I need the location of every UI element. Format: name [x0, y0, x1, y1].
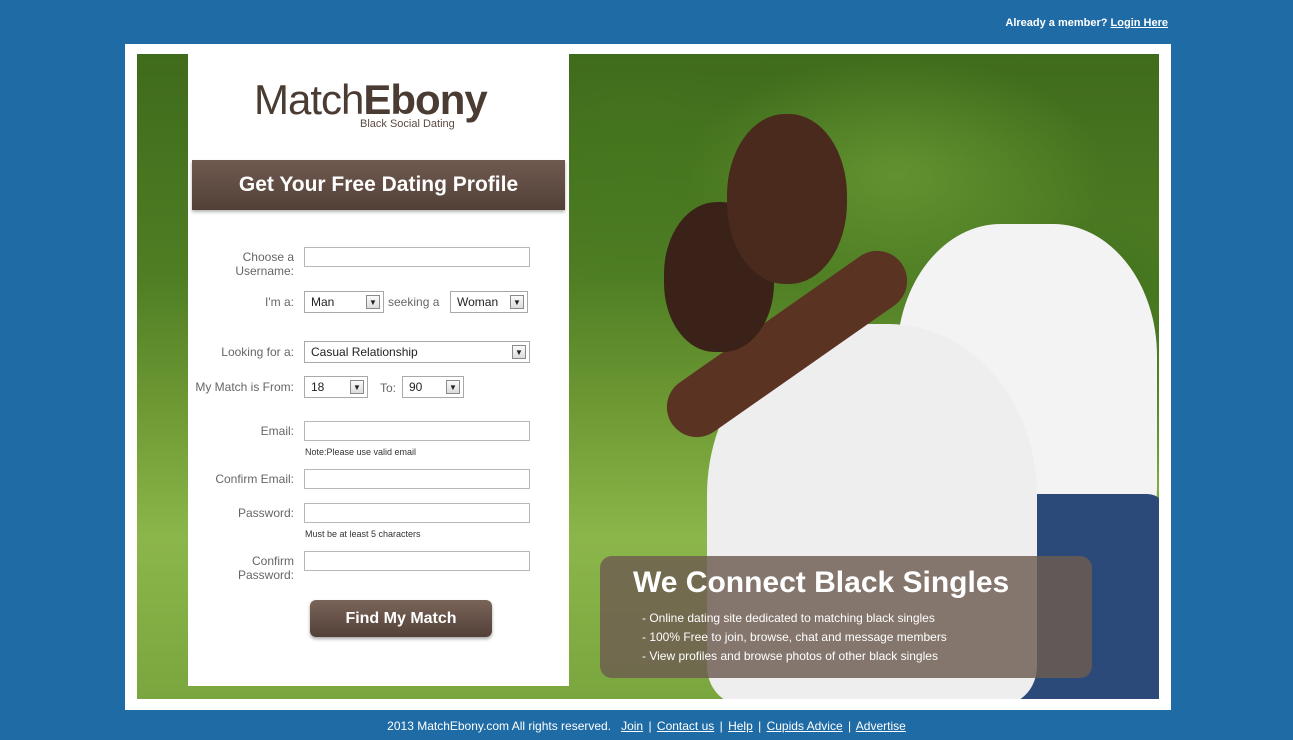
- promo-list: - Online dating site dedicated to matchi…: [642, 609, 947, 666]
- looking-label: Looking for a:: [221, 345, 294, 359]
- age-to-value: 90: [409, 380, 423, 394]
- footer: 2013 MatchEbony.com All rights reserved.…: [0, 719, 1293, 733]
- footer-separator: |: [847, 719, 852, 733]
- photo-woman-head: [727, 114, 847, 284]
- login-link[interactable]: Login Here: [1111, 17, 1168, 29]
- promo-bullet: - View profiles and browse photos of oth…: [642, 649, 938, 663]
- chevron-down-icon: ▼: [512, 345, 526, 359]
- email-note: Note:Please use valid email: [305, 447, 417, 457]
- email-label: Email:: [260, 424, 294, 438]
- footer-link-advertise[interactable]: Advertise: [856, 719, 906, 733]
- match-from-label: My Match is From:: [195, 380, 294, 394]
- looking-value: Casual Relationship: [311, 345, 418, 359]
- seeking-label: seeking a: [388, 295, 440, 309]
- footer-separator: |: [719, 719, 723, 733]
- signup-panel: MatchEbony Black Social Dating Get Your …: [188, 54, 569, 686]
- age-from-value: 18: [311, 380, 325, 394]
- top-login-bar: Already a member? Login Here: [1005, 17, 1168, 29]
- confirm-password-field[interactable]: [304, 551, 530, 571]
- footer-link-cupids-advice[interactable]: Cupids Advice: [767, 719, 843, 733]
- chevron-down-icon: ▼: [446, 380, 460, 394]
- confirm-email-label: Confirm Email:: [215, 472, 294, 486]
- chevron-down-icon: ▼: [366, 295, 380, 309]
- password-note: Must be at least 5 characters: [305, 529, 421, 539]
- confirm-email-field[interactable]: [304, 469, 530, 489]
- site-logo: MatchEbony: [254, 76, 514, 124]
- member-prompt: Already a member?: [1005, 17, 1108, 29]
- footer-link-join[interactable]: Join: [621, 719, 643, 733]
- looking-select[interactable]: Casual Relationship ▼: [304, 341, 530, 363]
- promo-bullet: - Online dating site dedicated to matchi…: [642, 611, 935, 625]
- promo-bullet: - 100% Free to join, browse, chat and me…: [642, 630, 947, 644]
- chevron-down-icon: ▼: [350, 380, 364, 394]
- iam-label: I'm a:: [265, 295, 294, 309]
- footer-separator: |: [758, 719, 762, 733]
- form-banner: Get Your Free Dating Profile: [192, 160, 565, 210]
- username-label: Choose a Username:: [235, 250, 294, 278]
- seeking-value: Woman: [457, 295, 499, 309]
- username-input[interactable]: [304, 247, 530, 267]
- footer-copyright: 2013 MatchEbony.com All rights reserved.: [387, 719, 612, 733]
- chevron-down-icon: ▼: [510, 295, 524, 309]
- promo-title: We Connect Black Singles: [633, 566, 1010, 599]
- age-from-select[interactable]: 18 ▼: [304, 376, 368, 398]
- logo-light-text: Match: [254, 76, 364, 123]
- password-field[interactable]: [304, 503, 530, 523]
- promo-box: We Connect Black Singles - Online dating…: [600, 556, 1092, 678]
- gender-select[interactable]: Man ▼: [304, 291, 384, 313]
- confirm-password-label: Confirm Password:: [237, 554, 294, 582]
- footer-link-help[interactable]: Help: [728, 719, 753, 733]
- gender-value: Man: [311, 295, 335, 309]
- to-label: To:: [380, 381, 397, 395]
- email-field[interactable]: [304, 421, 530, 441]
- age-to-select[interactable]: 90 ▼: [402, 376, 464, 398]
- logo-tagline: Black Social Dating: [360, 118, 455, 130]
- main-frame: MatchEbony Black Social Dating Get Your …: [125, 44, 1171, 710]
- password-label: Password:: [237, 506, 294, 520]
- seeking-select[interactable]: Woman ▼: [450, 291, 528, 313]
- footer-link-contact[interactable]: Contact us: [657, 719, 714, 733]
- logo-bold-text: Ebony: [363, 76, 487, 123]
- find-my-match-button[interactable]: Find My Match: [310, 600, 492, 637]
- hero-photo: MatchEbony Black Social Dating Get Your …: [137, 54, 1159, 699]
- footer-separator: |: [648, 719, 652, 733]
